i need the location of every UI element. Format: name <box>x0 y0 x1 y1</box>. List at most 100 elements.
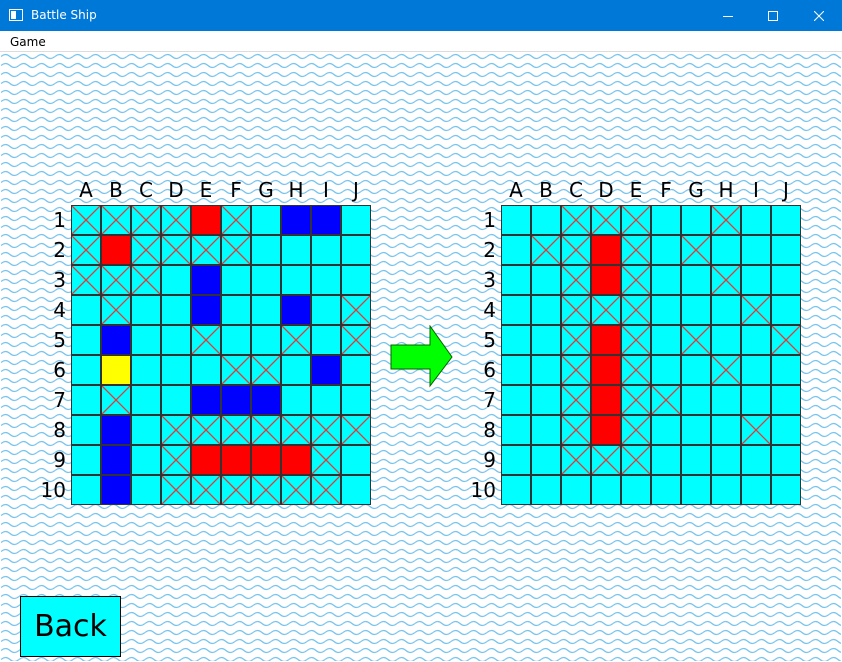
cell-e10[interactable] <box>191 475 221 505</box>
cell-c3[interactable] <box>131 265 161 295</box>
cell-i8[interactable] <box>311 415 341 445</box>
cell-i2[interactable] <box>741 235 771 265</box>
cell-h1[interactable] <box>711 205 741 235</box>
cell-a4[interactable] <box>501 295 531 325</box>
cell-d7[interactable] <box>591 385 621 415</box>
cell-b2[interactable] <box>101 235 131 265</box>
cell-j8[interactable] <box>341 415 371 445</box>
cell-g7[interactable] <box>681 385 711 415</box>
cell-j9[interactable] <box>771 445 801 475</box>
cell-d7[interactable] <box>161 385 191 415</box>
cell-f6[interactable] <box>221 355 251 385</box>
cell-c1[interactable] <box>131 205 161 235</box>
cell-h5[interactable] <box>711 325 741 355</box>
cell-c4[interactable] <box>561 295 591 325</box>
cell-j7[interactable] <box>771 385 801 415</box>
cell-b3[interactable] <box>101 265 131 295</box>
cell-e1[interactable] <box>191 205 221 235</box>
cell-c5[interactable] <box>561 325 591 355</box>
cell-i1[interactable] <box>741 205 771 235</box>
close-icon[interactable] <box>796 0 842 31</box>
cell-a1[interactable] <box>71 205 101 235</box>
cell-e4[interactable] <box>191 295 221 325</box>
cell-c1[interactable] <box>561 205 591 235</box>
cell-j6[interactable] <box>771 355 801 385</box>
cell-f5[interactable] <box>221 325 251 355</box>
cell-c9[interactable] <box>561 445 591 475</box>
cell-f8[interactable] <box>651 415 681 445</box>
cell-f8[interactable] <box>221 415 251 445</box>
cell-g8[interactable] <box>681 415 711 445</box>
cell-b6[interactable] <box>101 355 131 385</box>
cell-c10[interactable] <box>561 475 591 505</box>
cell-i7[interactable] <box>311 385 341 415</box>
cell-i10[interactable] <box>311 475 341 505</box>
cell-d3[interactable] <box>161 265 191 295</box>
cell-a6[interactable] <box>71 355 101 385</box>
cell-i1[interactable] <box>311 205 341 235</box>
cell-b8[interactable] <box>531 415 561 445</box>
cell-c7[interactable] <box>131 385 161 415</box>
cell-i7[interactable] <box>741 385 771 415</box>
cell-j9[interactable] <box>341 445 371 475</box>
cell-f3[interactable] <box>651 265 681 295</box>
cell-a7[interactable] <box>501 385 531 415</box>
cell-f7[interactable] <box>221 385 251 415</box>
cell-f2[interactable] <box>221 235 251 265</box>
cell-g9[interactable] <box>681 445 711 475</box>
cell-h2[interactable] <box>281 235 311 265</box>
cell-e2[interactable] <box>621 235 651 265</box>
cell-d9[interactable] <box>161 445 191 475</box>
cell-j4[interactable] <box>771 295 801 325</box>
cell-f1[interactable] <box>651 205 681 235</box>
cell-j4[interactable] <box>341 295 371 325</box>
cell-e5[interactable] <box>621 325 651 355</box>
cell-d8[interactable] <box>591 415 621 445</box>
cell-b1[interactable] <box>531 205 561 235</box>
cell-j1[interactable] <box>771 205 801 235</box>
cell-e10[interactable] <box>621 475 651 505</box>
cell-g6[interactable] <box>251 355 281 385</box>
cell-d5[interactable] <box>161 325 191 355</box>
cell-g3[interactable] <box>681 265 711 295</box>
cell-a2[interactable] <box>71 235 101 265</box>
cell-j3[interactable] <box>771 265 801 295</box>
cell-e7[interactable] <box>191 385 221 415</box>
cell-d9[interactable] <box>591 445 621 475</box>
cell-a8[interactable] <box>501 415 531 445</box>
cell-e3[interactable] <box>621 265 651 295</box>
cell-g6[interactable] <box>681 355 711 385</box>
cell-d4[interactable] <box>591 295 621 325</box>
cell-a5[interactable] <box>501 325 531 355</box>
cell-h8[interactable] <box>711 415 741 445</box>
cell-h8[interactable] <box>281 415 311 445</box>
cell-j3[interactable] <box>341 265 371 295</box>
cell-j10[interactable] <box>771 475 801 505</box>
cell-g5[interactable] <box>251 325 281 355</box>
menu-game[interactable]: Game <box>10 35 46 49</box>
cell-e2[interactable] <box>191 235 221 265</box>
cell-j6[interactable] <box>341 355 371 385</box>
cell-j5[interactable] <box>341 325 371 355</box>
cell-b7[interactable] <box>101 385 131 415</box>
cell-j7[interactable] <box>341 385 371 415</box>
back-button[interactable]: Back <box>20 596 121 657</box>
cell-b2[interactable] <box>531 235 561 265</box>
cell-g7[interactable] <box>251 385 281 415</box>
cell-c6[interactable] <box>561 355 591 385</box>
cell-b10[interactable] <box>531 475 561 505</box>
cell-b8[interactable] <box>101 415 131 445</box>
cell-g2[interactable] <box>251 235 281 265</box>
maximize-icon[interactable] <box>750 0 796 31</box>
cell-j5[interactable] <box>771 325 801 355</box>
cell-i3[interactable] <box>311 265 341 295</box>
cell-c5[interactable] <box>131 325 161 355</box>
cell-e5[interactable] <box>191 325 221 355</box>
cell-a1[interactable] <box>501 205 531 235</box>
cell-e6[interactable] <box>191 355 221 385</box>
cell-f10[interactable] <box>221 475 251 505</box>
cell-e3[interactable] <box>191 265 221 295</box>
cell-d6[interactable] <box>161 355 191 385</box>
cell-b3[interactable] <box>531 265 561 295</box>
cell-h9[interactable] <box>711 445 741 475</box>
